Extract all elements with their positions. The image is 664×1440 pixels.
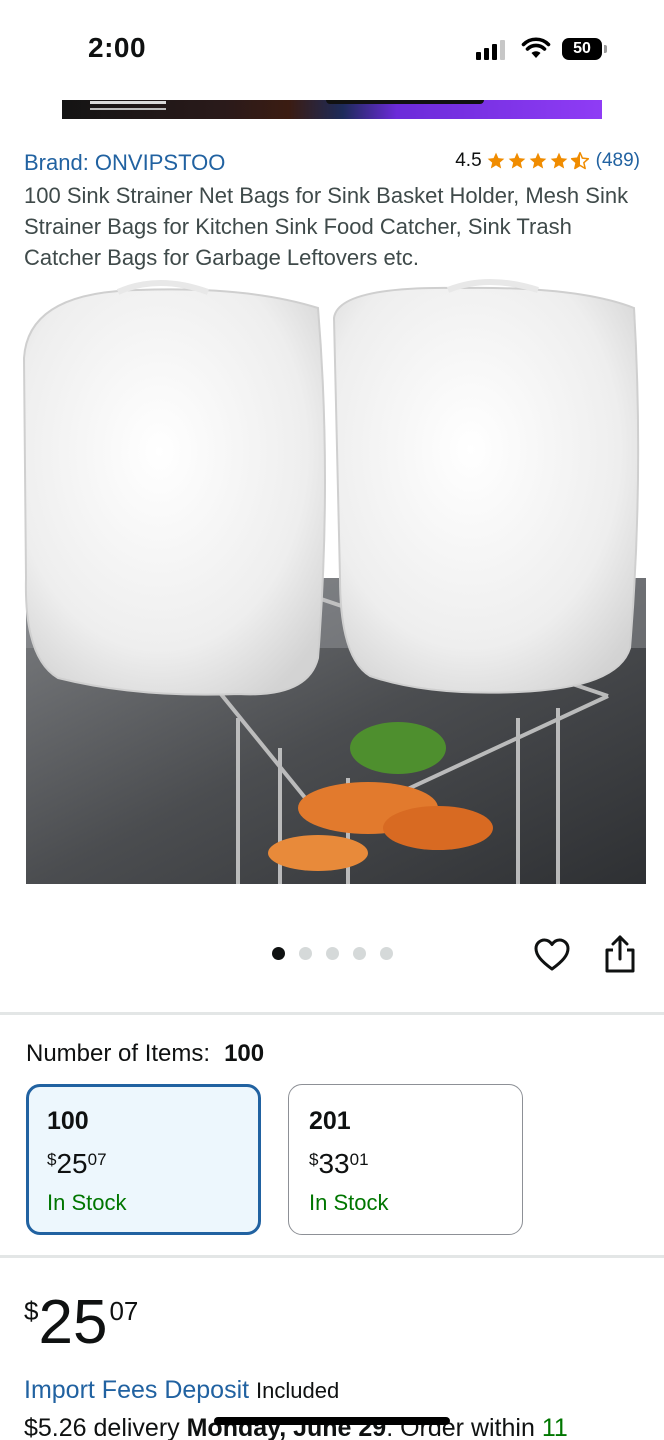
option-stock-status: In Stock [47,1190,127,1215]
rating-count-link[interactable]: (489) [596,150,640,172]
star-full-icon [529,152,546,169]
product-title: 100 Sink Strainer Net Bags for Sink Bask… [24,183,629,270]
option-price-whole: 25 [56,1148,88,1179]
option-price-whole: 33 [318,1148,350,1179]
status-bar: 2:00 50 [0,0,664,100]
battery-icon: 50 [562,38,607,60]
ad-cta-button[interactable] [326,100,484,104]
variation-label: Number of Items: 100 [26,1040,264,1068]
import-fees-link[interactable]: Import Fees Deposit [24,1376,249,1404]
carousel-dot[interactable] [299,947,312,960]
variation-selected-value: 100 [224,1040,265,1067]
option-count: 201 [309,1107,351,1135]
variation-option-201[interactable]: 201 $33 01 In Stock [288,1084,523,1235]
option-price: $33 01 [309,1148,522,1180]
price-whole: 25 [38,1288,108,1357]
carousel-dot[interactable] [380,947,393,960]
share-icon[interactable] [603,934,637,974]
option-price: $25 07 [47,1148,258,1180]
option-price-cents: 01 [349,1150,369,1169]
option-price-cents: 07 [87,1150,107,1169]
ad-banner[interactable] [62,100,602,119]
ad-logo-sub [90,108,166,110]
brand-link[interactable]: Brand: ONVIPSTOO [24,150,225,176]
product-image[interactable] [18,278,646,884]
status-time: 2:00 [88,32,147,63]
option-stock-status: In Stock [309,1190,389,1215]
image-carousel-dots[interactable] [272,947,393,960]
delivery-cost: $5.26 delivery [24,1414,180,1440]
home-indicator[interactable] [214,1417,450,1425]
cellular-signal-icon [476,38,505,60]
brand-row: Brand: ONVIPSTOO 4.5 (489) [24,150,640,178]
section-divider [0,1012,664,1015]
delivery-countdown: 11 [541,1414,568,1440]
star-half-icon [570,151,589,170]
ad-logo [90,101,166,104]
variation-option-100[interactable]: 100 $25 07 In Stock [26,1084,261,1235]
section-divider [0,1255,664,1258]
carousel-dot[interactable] [272,947,285,960]
price-cents: 07 [109,1296,139,1326]
rating-value: 4.5 [455,150,482,171]
variation-label-text: Number of Items: [26,1040,211,1067]
star-full-icon [487,152,504,169]
wifi-icon [521,37,551,58]
carousel-dot[interactable] [326,947,339,960]
import-fees-line: Import Fees Deposit Included [24,1376,339,1405]
price-symbol: $ [24,1296,39,1326]
option-price-symbol: $ [309,1150,319,1169]
product-price: $ 25 07 [24,1290,138,1356]
star-full-icon [508,152,525,169]
rating-stars [486,151,590,171]
heart-icon[interactable] [533,936,571,974]
star-full-icon [550,152,567,169]
rating-summary[interactable]: 4.5 (489) [455,150,640,172]
carousel-dot[interactable] [353,947,366,960]
option-price-symbol: $ [47,1150,57,1169]
import-fees-status: Included [256,1378,340,1403]
option-count: 100 [47,1107,89,1135]
